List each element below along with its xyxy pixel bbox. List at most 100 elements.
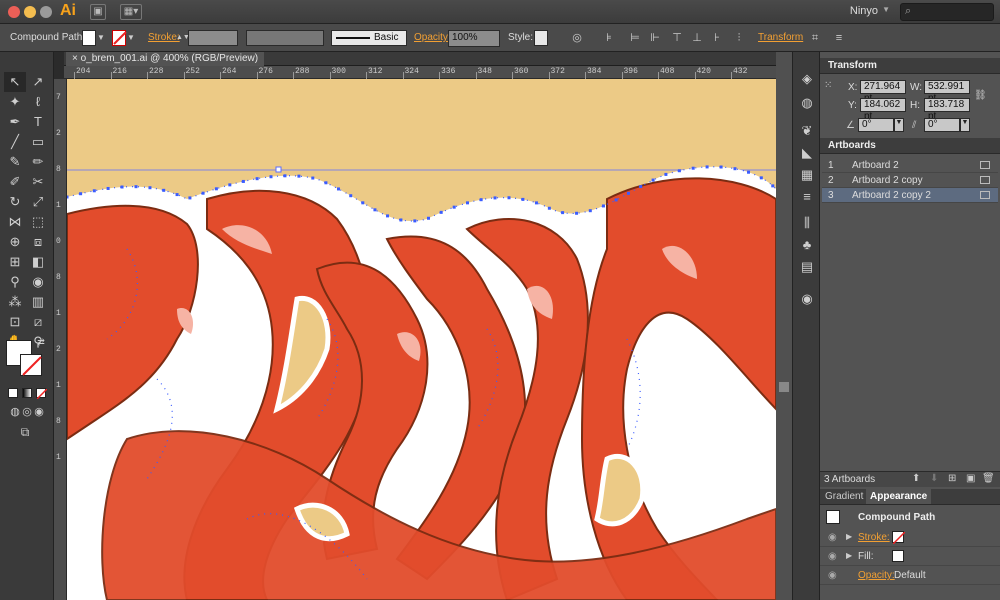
artboard-row[interactable]: 2 Artboard 2 copy [822, 173, 998, 188]
anchor-point[interactable] [399, 218, 403, 222]
anchor-point[interactable] [759, 176, 763, 180]
transform-link[interactable]: Transform [758, 32, 803, 43]
free-transform-tool-icon[interactable]: ⬚ [27, 212, 49, 232]
anchor-point[interactable] [201, 191, 205, 195]
visibility-eye-icon[interactable]: ◉ [828, 551, 837, 562]
brushes-icon[interactable]: ❦ [798, 122, 816, 140]
x-field[interactable]: 271.964 pt [860, 80, 906, 104]
blob-brush-tool-icon[interactable]: ✐ [4, 172, 26, 192]
rotate-field[interactable]: 0° [858, 118, 894, 132]
layers-icon[interactable]: ◈ [798, 70, 816, 88]
stroke-label[interactable]: Stroke: [858, 532, 890, 543]
anchor-point[interactable] [479, 198, 483, 202]
workspace-switcher[interactable]: Ninyo [850, 5, 878, 17]
artboard-row[interactable]: 1 Artboard 2 [822, 158, 998, 173]
eyedropper-tool-icon[interactable]: ⚲ [4, 272, 26, 292]
recolor-artwork-icon[interactable]: ◎ [568, 30, 586, 46]
graphic-styles-icon[interactable]: ◉ [798, 290, 816, 308]
anchor-point[interactable] [771, 184, 775, 188]
anchor-point[interactable] [175, 193, 179, 197]
bounding-handle[interactable] [275, 166, 282, 173]
anchor-point[interactable] [106, 186, 110, 190]
column-graph-tool-icon[interactable]: ▥ [27, 292, 49, 312]
line-tool-icon[interactable]: ╱ [4, 132, 26, 152]
width-tool-icon[interactable]: ⋈ [4, 212, 26, 232]
anchor-point[interactable] [297, 174, 301, 178]
chevron-down-icon[interactable]: ▼ [882, 5, 890, 14]
anchor-point[interactable] [547, 206, 551, 210]
scissors-tool-icon[interactable]: ✂ [27, 172, 49, 192]
document-tab[interactable]: × o_brem_001.ai @ 400% (RGB/Preview) [66, 52, 265, 66]
arrow-up-icon[interactable]: ⬆ [912, 473, 920, 484]
opacity-field[interactable]: 100% [448, 30, 500, 47]
close-tab-icon[interactable]: × [72, 53, 81, 64]
scrollbar-thumb[interactable] [779, 382, 789, 392]
anchor-point[interactable] [575, 211, 579, 215]
minimize-window-button[interactable] [24, 6, 36, 18]
chevron-down-icon[interactable]: ▼ [960, 118, 970, 132]
anchor-point[interactable] [561, 211, 565, 215]
stroke-swatch[interactable] [892, 531, 906, 545]
none-mode-button[interactable] [36, 388, 48, 400]
isolate-icon[interactable]: ⌗ [806, 30, 824, 46]
artboard-tool-icon[interactable]: ⊡ [4, 312, 26, 332]
artboard-options-icon[interactable] [980, 176, 990, 184]
align-panel-icon[interactable]: ⫼ [798, 214, 816, 232]
anchor-point[interactable] [521, 197, 525, 201]
chevron-down-icon[interactable]: ▼ [894, 118, 904, 132]
anchor-point[interactable] [534, 201, 538, 205]
rotate-tool-icon[interactable]: ↻ [4, 192, 26, 212]
anchor-point[interactable] [269, 175, 273, 179]
appearance-opacity-row[interactable]: ◉ Opacity: Default [820, 566, 1000, 585]
bridge-icon[interactable]: ▣ [90, 4, 106, 20]
anchor-point[interactable] [452, 205, 456, 209]
scale-tool-icon[interactable]: ⤢ [27, 192, 49, 212]
tab-appearance[interactable]: Appearance [866, 489, 932, 504]
close-window-button[interactable] [8, 6, 20, 18]
anchor-point[interactable] [162, 188, 166, 192]
color-mode-button[interactable] [8, 388, 18, 398]
shear-field[interactable]: 0° [924, 118, 960, 132]
transform-panel-header[interactable]: Transform [820, 58, 1000, 74]
anchor-point[interactable] [719, 165, 723, 169]
appearance-stroke-row[interactable]: ◉ ▶ Stroke: [820, 528, 1000, 547]
panel-menu-icon[interactable]: ≡ [830, 30, 848, 46]
lasso-tool-icon[interactable]: ℓ [27, 92, 49, 112]
expand-triangle-icon[interactable]: ▶ [846, 551, 852, 560]
constrain-proportions-icon[interactable]: ⛓ [974, 90, 987, 101]
align-left-icon[interactable]: ⊧ [600, 30, 618, 46]
stroke-swatch[interactable] [112, 30, 127, 46]
artboard-options-icon[interactable] [980, 191, 990, 199]
anchor-point[interactable] [361, 201, 365, 205]
anchor-point[interactable] [255, 177, 259, 181]
anchor-point[interactable] [626, 191, 630, 195]
visibility-eye-icon[interactable]: ◉ [828, 532, 837, 543]
swatches-icon[interactable]: ▦ [798, 166, 816, 184]
anchor-point[interactable] [336, 187, 340, 191]
anchor-point[interactable] [677, 169, 681, 173]
club-icon[interactable]: ♣ [798, 236, 816, 254]
anchor-point[interactable] [214, 187, 218, 191]
brush-definition[interactable]: Basic [331, 30, 407, 46]
anchor-point[interactable] [439, 210, 443, 214]
align-right-icon[interactable]: ⊩ [646, 30, 664, 46]
anchor-point[interactable] [507, 196, 511, 200]
search-input[interactable]: ⌕ [900, 3, 994, 21]
opacity-label[interactable]: Opacity: [858, 570, 895, 581]
anchor-point[interactable] [601, 204, 605, 208]
anchor-point[interactable] [120, 185, 124, 189]
graphic-style-swatch[interactable] [534, 30, 548, 46]
anchor-point[interactable] [79, 192, 83, 196]
rectangle-tool-icon[interactable]: ▭ [27, 132, 49, 152]
paintbrush-tool-icon[interactable]: ✎ [4, 152, 26, 172]
arrow-down-icon[interactable]: ⬇ [930, 473, 938, 484]
anchor-point[interactable] [747, 170, 751, 174]
anchor-point[interactable] [283, 174, 287, 178]
stroke-color-swatch[interactable] [20, 354, 42, 376]
distribute-icon[interactable]: ⫶ [730, 30, 748, 46]
anchor-point[interactable] [664, 172, 668, 176]
anchor-point[interactable] [373, 208, 377, 212]
anchor-point[interactable] [311, 176, 315, 180]
slice-tool-icon[interactable]: ⧄ [27, 312, 49, 332]
pencil-tool-icon[interactable]: ✏ [27, 152, 49, 172]
